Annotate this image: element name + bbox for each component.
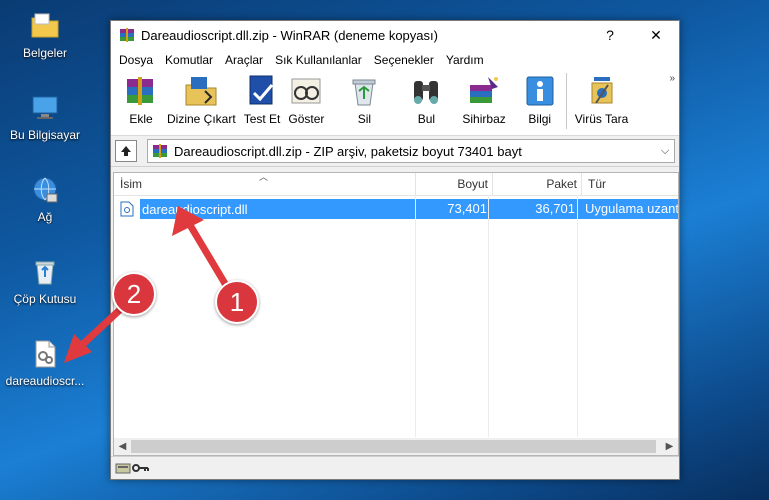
list-header: İsim Boyut Paket Tür ︿ xyxy=(114,172,678,196)
column-header-packed[interactable]: Paket xyxy=(493,173,582,195)
desktop-icon-documents[interactable]: Belgeler xyxy=(0,10,90,60)
find-button[interactable]: Bul xyxy=(404,73,448,126)
menu-help[interactable]: Yardım xyxy=(440,53,490,67)
test-button[interactable]: Test Et xyxy=(240,73,285,126)
menu-commands[interactable]: Komutlar xyxy=(159,53,219,67)
annotation-badge-2: 2 xyxy=(112,272,156,316)
delete-label: Sil xyxy=(357,112,372,126)
status-bar xyxy=(111,456,679,479)
binoculars-icon xyxy=(408,73,444,109)
table-row[interactable]: dareaudioscript.dll 73,401 36,701 Uygula… xyxy=(114,199,678,219)
column-header-type[interactable]: Tür xyxy=(582,173,678,195)
add-archive-icon xyxy=(123,73,159,109)
path-dropdown[interactable]: Dareaudioscript.dll.zip - ZIP arşiv, pak… xyxy=(147,139,675,163)
virus-scan-label: Virüs Tara xyxy=(574,112,629,126)
menu-bar: Dosya Komutlar Araçlar Sık Kullanılanlar… xyxy=(111,49,679,71)
recycle-bin-icon xyxy=(29,256,61,288)
winrar-app-icon xyxy=(119,27,135,43)
title-bar[interactable]: Dareaudioscript.dll.zip - WinRAR (deneme… xyxy=(111,21,679,49)
column-header-size[interactable]: Boyut xyxy=(416,173,493,195)
desktop-icon-recycle-bin[interactable]: Çöp Kutusu xyxy=(0,256,90,306)
wizard-button[interactable]: Sihirbaz xyxy=(458,73,509,126)
sort-ascending-icon: ︿ xyxy=(259,172,269,182)
path-bar: Dareaudioscript.dll.zip - ZIP arşiv, pak… xyxy=(111,136,679,167)
dll-file-icon xyxy=(29,338,61,370)
dll-file-icon xyxy=(120,201,134,217)
info-label: Bilgi xyxy=(528,112,552,126)
path-text: Dareaudioscript.dll.zip - ZIP arşiv, pak… xyxy=(174,143,522,159)
file-type: Uygulama uzantısı xyxy=(579,199,678,219)
file-packed: 36,701 xyxy=(491,199,579,219)
find-label: Bul xyxy=(417,112,436,126)
view-label: Göster xyxy=(288,112,325,126)
wizard-label: Sihirbaz xyxy=(462,112,506,126)
toolbar: Ekle Dizine Çıkart Test Et Göster Sil Bu… xyxy=(111,71,679,136)
add-button[interactable]: Ekle xyxy=(119,73,163,126)
window-title: Dareaudioscript.dll.zip - WinRAR (deneme… xyxy=(141,27,438,43)
close-button[interactable]: ✕ xyxy=(633,21,679,49)
arrow-up-icon xyxy=(121,146,131,156)
extract-button[interactable]: Dizine Çıkart xyxy=(163,73,240,126)
scroll-track[interactable] xyxy=(131,440,661,453)
menu-tools[interactable]: Araçlar xyxy=(219,53,269,67)
archive-icon xyxy=(152,143,168,159)
toolbar-separator xyxy=(565,73,567,129)
column-divider xyxy=(415,195,416,437)
file-size: 73,401 xyxy=(415,199,491,219)
column-divider xyxy=(488,195,489,437)
test-check-icon xyxy=(244,73,280,109)
up-folder-button[interactable] xyxy=(115,140,137,162)
desktop-icon-network[interactable]: Ağ xyxy=(0,174,90,224)
drive-key-icon xyxy=(115,463,149,474)
menu-file[interactable]: Dosya xyxy=(113,53,159,67)
file-name-cell: dareaudioscript.dll xyxy=(114,199,416,219)
computer-icon xyxy=(29,92,61,124)
winrar-window: Dareaudioscript.dll.zip - WinRAR (deneme… xyxy=(110,20,680,480)
help-button[interactable]: ? xyxy=(587,21,633,49)
file-list[interactable]: İsim Boyut Paket Tür ︿ dareaudioscript.d… xyxy=(113,172,679,456)
view-glasses-icon xyxy=(288,73,324,109)
extract-folder-icon xyxy=(183,73,219,109)
column-divider xyxy=(577,195,578,437)
scroll-left-icon[interactable]: ◀ xyxy=(114,441,131,452)
folder-icon xyxy=(29,10,61,42)
menu-options[interactable]: Seçenekler xyxy=(368,53,440,67)
extract-label: Dizine Çıkart xyxy=(167,112,236,126)
scroll-thumb[interactable] xyxy=(131,440,656,453)
wizard-icon xyxy=(466,73,502,109)
desktop-icon-dll-file[interactable]: dareaudioscr... xyxy=(0,338,90,388)
horizontal-scrollbar[interactable]: ◀ ▶ xyxy=(114,438,678,455)
virus-scan-icon xyxy=(584,73,620,109)
desktop-icon-label: Bu Bilgisayar xyxy=(9,128,81,142)
delete-recycle-icon xyxy=(346,73,382,109)
desktop-icon-label: Belgeler xyxy=(22,46,68,60)
scroll-right-icon[interactable]: ▶ xyxy=(661,441,678,452)
info-icon xyxy=(522,73,558,109)
virus-scan-button[interactable]: Virüs Tara xyxy=(571,73,633,126)
desktop-icon-label: Çöp Kutusu xyxy=(13,292,77,306)
delete-button[interactable]: Sil xyxy=(342,73,386,126)
annotation-badge-1: 1 xyxy=(215,280,259,324)
add-label: Ekle xyxy=(129,112,153,126)
toolbar-overflow-icon[interactable]: » xyxy=(669,73,675,84)
info-button[interactable]: Bilgi xyxy=(518,73,562,126)
view-button[interactable]: Göster xyxy=(284,73,328,126)
menu-favorites[interactable]: Sık Kullanılanlar xyxy=(269,53,368,67)
desktop-icon-label: Ağ xyxy=(37,210,53,224)
test-label: Test Et xyxy=(243,112,281,126)
chevron-down-icon[interactable]: ⌵ xyxy=(656,145,674,158)
desktop-icon-label: dareaudioscr... xyxy=(5,374,85,388)
file-name: dareaudioscript.dll xyxy=(140,199,416,219)
desktop-icon-this-pc[interactable]: Bu Bilgisayar xyxy=(0,92,90,142)
network-globe-icon xyxy=(29,174,61,206)
